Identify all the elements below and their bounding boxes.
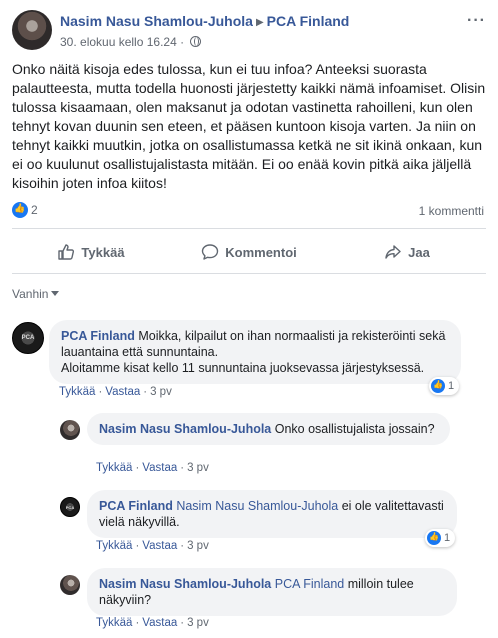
caret-down-icon bbox=[51, 291, 60, 296]
target-page-name[interactable]: PCA Finland bbox=[267, 13, 350, 29]
reply-bubble: Nasim Nasu Shamlou-Juhola Onko osallistu… bbox=[87, 413, 450, 445]
post-timestamp[interactable]: 30. elokuu kello 16.24 bbox=[60, 35, 177, 49]
comment-links: Tykkää · Vastaa · 3 pv bbox=[96, 462, 209, 474]
reply-bubble: Nasim Nasu Shamlou-Juhola PCA Finland mi… bbox=[87, 568, 457, 616]
globe-icon bbox=[190, 36, 202, 47]
comment-time[interactable]: 3 pv bbox=[150, 386, 172, 398]
like-button[interactable]: Tykkää bbox=[12, 236, 170, 268]
comment-icon bbox=[202, 244, 219, 260]
comment-links: Tykkää · Vastaa · 3 pv bbox=[96, 540, 209, 552]
comment-time[interactable]: 3 pv bbox=[187, 617, 209, 629]
comment-like-link[interactable]: Tykkää bbox=[96, 540, 132, 552]
share-button-label: Jaa bbox=[408, 244, 430, 260]
comment-like-link[interactable]: Tykkää bbox=[96, 462, 132, 474]
comment-sort-dropdown[interactable]: Vanhin bbox=[12, 287, 60, 301]
like-reaction-icon bbox=[431, 379, 445, 393]
commenter-avatar[interactable] bbox=[60, 420, 80, 440]
post-header: Nasim Nasu Shamlou-Juhola ▶ PCA Finland 30… bbox=[12, 10, 486, 54]
comment-reaction-count: 1 bbox=[448, 380, 455, 392]
comment-mention[interactable]: Nasim Nasu Shamlou-Juhola bbox=[176, 499, 338, 513]
reaction-count[interactable]: 2 bbox=[31, 203, 38, 217]
comment-author[interactable]: PCA Finland bbox=[99, 499, 173, 513]
commenter-avatar[interactable]: PCA bbox=[12, 322, 44, 354]
comment-links: Tykkää · Vastaa · 3 pv bbox=[59, 386, 172, 398]
more-options-button[interactable]: ··· bbox=[467, 12, 486, 30]
comment-reply-link[interactable]: Vastaa bbox=[142, 540, 177, 552]
comment-author[interactable]: Nasim Nasu Shamlou-Juhola bbox=[99, 422, 271, 436]
comment-reaction-badge[interactable]: 1 bbox=[425, 529, 456, 547]
comment-links: Tykkää · Vastaa · 3 pv bbox=[96, 617, 209, 629]
commenter-avatar[interactable]: PCA bbox=[60, 497, 80, 517]
reactions-summary: 2 1 kommentti bbox=[12, 202, 486, 222]
avatar-logo-text: PCA bbox=[21, 335, 35, 341]
author-line: Nasim Nasu Shamlou-Juhola ▶ PCA Finland bbox=[60, 13, 349, 29]
comment-reply-link[interactable]: Vastaa bbox=[142, 462, 177, 474]
like-reaction-icon[interactable] bbox=[12, 202, 28, 218]
author-name[interactable]: Nasim Nasu Shamlou-Juhola bbox=[60, 13, 253, 29]
comment-bubble: PCA Finland Moikka, kilpailut on ihan no… bbox=[49, 320, 461, 384]
like-reaction-icon bbox=[427, 531, 441, 545]
comment-time[interactable]: 3 pv bbox=[187, 540, 209, 552]
sort-label: Vanhin bbox=[12, 287, 49, 301]
divider bbox=[12, 228, 486, 229]
commenter-avatar[interactable] bbox=[60, 575, 80, 595]
comment-author[interactable]: Nasim Nasu Shamlou-Juhola bbox=[99, 577, 271, 591]
action-bar: Tykkää Kommentoi Jaa bbox=[12, 236, 486, 268]
comment-button[interactable]: Kommentoi bbox=[170, 236, 328, 268]
comment-reply-link[interactable]: Vastaa bbox=[142, 617, 177, 629]
comment-author[interactable]: PCA Finland bbox=[61, 329, 135, 343]
share-icon bbox=[385, 245, 401, 259]
comment-text-line2: Aloitamme kisat kello 11 sunnuntaina juo… bbox=[61, 361, 425, 375]
divider bbox=[12, 273, 486, 274]
post-text: Onko näitä kisoja edes tulossa, kun ei t… bbox=[12, 61, 486, 191]
reply-bubble: PCA Finland Nasim Nasu Shamlou-Juhola ei… bbox=[87, 490, 457, 538]
comment-reaction-badge[interactable]: 1 bbox=[429, 377, 460, 395]
comment-mention[interactable]: PCA Finland bbox=[275, 577, 344, 591]
comment-count[interactable]: 1 kommentti bbox=[419, 204, 484, 218]
comment-like-link[interactable]: Tykkää bbox=[96, 617, 132, 629]
comment-time[interactable]: 3 pv bbox=[187, 462, 209, 474]
comment-reply-link[interactable]: Vastaa bbox=[105, 386, 140, 398]
like-button-label: Tykkää bbox=[81, 244, 125, 260]
avatar-logo-text: PCA bbox=[65, 505, 75, 511]
arrow-right-icon: ▶ bbox=[255, 17, 264, 28]
thumbs-up-icon bbox=[58, 244, 75, 260]
comment-button-label: Kommentoi bbox=[225, 244, 297, 260]
author-avatar[interactable] bbox=[12, 10, 52, 50]
comment-reaction-count: 1 bbox=[444, 532, 451, 544]
comment-like-link[interactable]: Tykkää bbox=[59, 386, 95, 398]
comment-text: Onko osallistujalista jossain? bbox=[274, 422, 435, 436]
share-button[interactable]: Jaa bbox=[328, 236, 486, 268]
post-meta: 30. elokuu kello 16.24 · bbox=[60, 35, 202, 49]
